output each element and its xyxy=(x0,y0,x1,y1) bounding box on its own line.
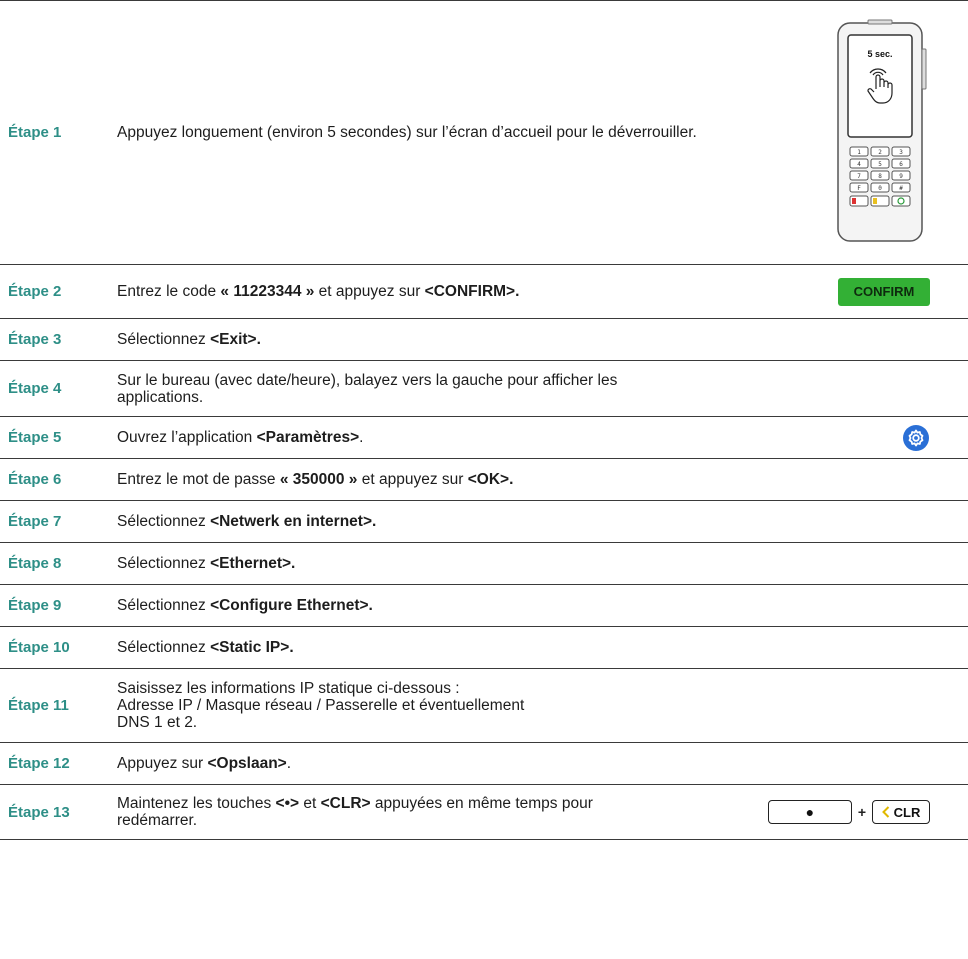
step-text: Ouvrez l’application <Paramètres>. xyxy=(117,429,737,446)
step-label: Étape 13 xyxy=(8,803,70,821)
svg-text:9: 9 xyxy=(899,173,903,180)
step-label: Étape 9 xyxy=(8,597,62,614)
step-row-10: Étape 10 Sélectionnez <Static IP>. xyxy=(0,627,968,669)
step-text-part: Sélectionnez xyxy=(117,555,211,572)
steps-table: Étape 1 Appuyez longuement (environ 5 se… xyxy=(0,0,968,840)
step-row-11: Étape 11 Saisissez les informations IP s… xyxy=(0,669,968,743)
step-row-9: Étape 9 Sélectionnez <Configure Ethernet… xyxy=(0,585,968,627)
step-text-part: Sur le bureau (avec date/heure), balayez… xyxy=(117,371,618,406)
step-label: Étape 2 xyxy=(8,283,62,300)
confirm-button: CONFIRM xyxy=(838,277,930,306)
step-label: Étape 6 xyxy=(8,471,62,488)
step-text-part: . xyxy=(359,429,364,446)
step-text-bold: <OK>. xyxy=(467,471,514,488)
step-text-part: Maintenez les touches xyxy=(117,795,276,812)
step-text-bold: <Paramètres> xyxy=(256,429,360,446)
step-text-part: et appuyez sur xyxy=(314,283,425,300)
step-row-7: Étape 7 Sélectionnez <Netwerk en interne… xyxy=(0,501,968,543)
terminal-screen-text: 5 sec. xyxy=(867,49,892,59)
step-label: Étape 7 xyxy=(8,513,62,530)
step-label: Étape 12 xyxy=(8,755,70,772)
step-text: Entrez le code « 11223344 » et appuyez s… xyxy=(117,283,737,300)
step-text-part: Appuyez sur xyxy=(117,755,208,772)
step-text-part: Sélectionnez xyxy=(117,639,211,656)
svg-text:0: 0 xyxy=(878,185,882,192)
step-text: Appuyez longuement (environ 5 secondes) … xyxy=(117,124,727,141)
step-row-8: Étape 8 Sélectionnez <Ethernet>. xyxy=(0,543,968,585)
step-text-part: . xyxy=(286,755,292,772)
step-text-part: Sélectionnez xyxy=(117,597,211,614)
svg-text:4: 4 xyxy=(857,161,861,168)
step-row-1: Étape 1 Appuyez longuement (environ 5 se… xyxy=(0,1,968,265)
svg-text:5: 5 xyxy=(878,161,882,168)
clr-key-label: CLR xyxy=(893,804,921,820)
step-text-bold: <Exit>. xyxy=(210,331,261,348)
key-combo: ● + CLR xyxy=(767,800,930,824)
step-row-4: Étape 4 Sur le bureau (avec date/heure),… xyxy=(0,361,968,417)
step-row-3: Étape 3 Sélectionnez <Exit>. xyxy=(0,319,968,361)
step-text-bold: <Opslaan> xyxy=(207,755,287,772)
dot-key: ● xyxy=(767,800,852,824)
clr-key: CLR xyxy=(872,800,930,824)
step-text-part: DNS 1 et 2. xyxy=(117,714,198,731)
step-text: Saisissez les informations IP statique c… xyxy=(117,680,737,731)
step-text-part: Appuyez longuement (environ 5 secondes) … xyxy=(117,124,697,141)
step-label: Étape 1 xyxy=(8,124,62,141)
step-text: Sélectionnez <Netwerk en internet>. xyxy=(117,513,737,530)
step-label: Étape 10 xyxy=(8,639,70,656)
step-text: Appuyez sur <Opslaan>. xyxy=(117,755,737,772)
svg-text:1: 1 xyxy=(857,149,861,156)
step-text-part: Sélectionnez xyxy=(117,513,211,530)
step-text-bold: <Ethernet>. xyxy=(210,555,296,572)
svg-text:#: # xyxy=(899,185,903,192)
step-label: Étape 5 xyxy=(8,429,62,446)
step-text: Maintenez les touches <•> et <CLR> appuy… xyxy=(117,795,667,829)
step-text: Sélectionnez <Exit>. xyxy=(117,331,737,348)
step-label: Étape 8 xyxy=(8,555,62,572)
step-text: Sélectionnez <Static IP>. xyxy=(117,639,737,656)
step-text-bold: <CLR> xyxy=(320,795,371,812)
step-text-bold: <•> xyxy=(275,795,300,812)
step-text-bold: « 350000 » xyxy=(279,471,358,488)
step-text-bold: <Configure Ethernet>. xyxy=(210,597,373,614)
chevron-left-icon xyxy=(881,806,889,818)
settings-gear-icon xyxy=(903,424,929,451)
svg-text:7: 7 xyxy=(857,173,861,180)
step-text-part: Entrez le code xyxy=(117,283,221,300)
step-row-6: Étape 6 Entrez le mot de passe « 350000 … xyxy=(0,459,968,501)
step-text-part: Ouvrez l’application xyxy=(117,429,257,446)
dot-key-label: ● xyxy=(805,804,815,820)
step-text-bold: <Netwerk en internet>. xyxy=(210,513,377,530)
svg-text:6: 6 xyxy=(899,161,903,168)
plus-sign: + xyxy=(857,804,866,820)
step-label: Étape 11 xyxy=(8,697,69,714)
step-text-part: et xyxy=(299,795,321,812)
step-text-part: Sélectionnez xyxy=(117,331,211,348)
step-text-part: et appuyez sur xyxy=(357,471,468,488)
step-row-12: Étape 12 Appuyez sur <Opslaan>. xyxy=(0,743,968,785)
step-row-5: Étape 5 Ouvrez l’application <Paramètres… xyxy=(0,417,968,459)
svg-text:F: F xyxy=(857,185,861,192)
step-label: Étape 4 xyxy=(8,380,62,397)
svg-text:3: 3 xyxy=(899,149,903,156)
step-text-part: Entrez le mot de passe xyxy=(117,471,280,488)
svg-text:8: 8 xyxy=(878,173,882,180)
step-row-13: Étape 13 Maintenez les touches <•> et <C… xyxy=(0,785,968,840)
step-text-bold: « 11223344 » xyxy=(220,283,315,300)
step-text-bold: <Static IP>. xyxy=(210,639,294,656)
step-text-part: Saisissez les informations IP statique c… xyxy=(117,680,460,697)
step-text: Entrez le mot de passe « 350000 » et app… xyxy=(117,471,737,488)
step-text: Sélectionnez <Configure Ethernet>. xyxy=(117,597,737,614)
step-text-bold: <CONFIRM>. xyxy=(424,283,520,300)
step-text-part: Adresse IP / Masque réseau / Passerelle … xyxy=(117,697,525,714)
step-row-2: Étape 2 Entrez le code « 11223344 » et a… xyxy=(0,265,968,319)
step-label: Étape 3 xyxy=(8,331,62,348)
svg-text:2: 2 xyxy=(878,149,882,156)
payment-terminal-illustration: 5 sec. 1 2 3 4 5 6 7 8 9 F 0 # xyxy=(837,19,927,242)
step-text: Sélectionnez <Ethernet>. xyxy=(117,555,737,572)
step-text: Sur le bureau (avec date/heure), balayez… xyxy=(117,372,677,406)
